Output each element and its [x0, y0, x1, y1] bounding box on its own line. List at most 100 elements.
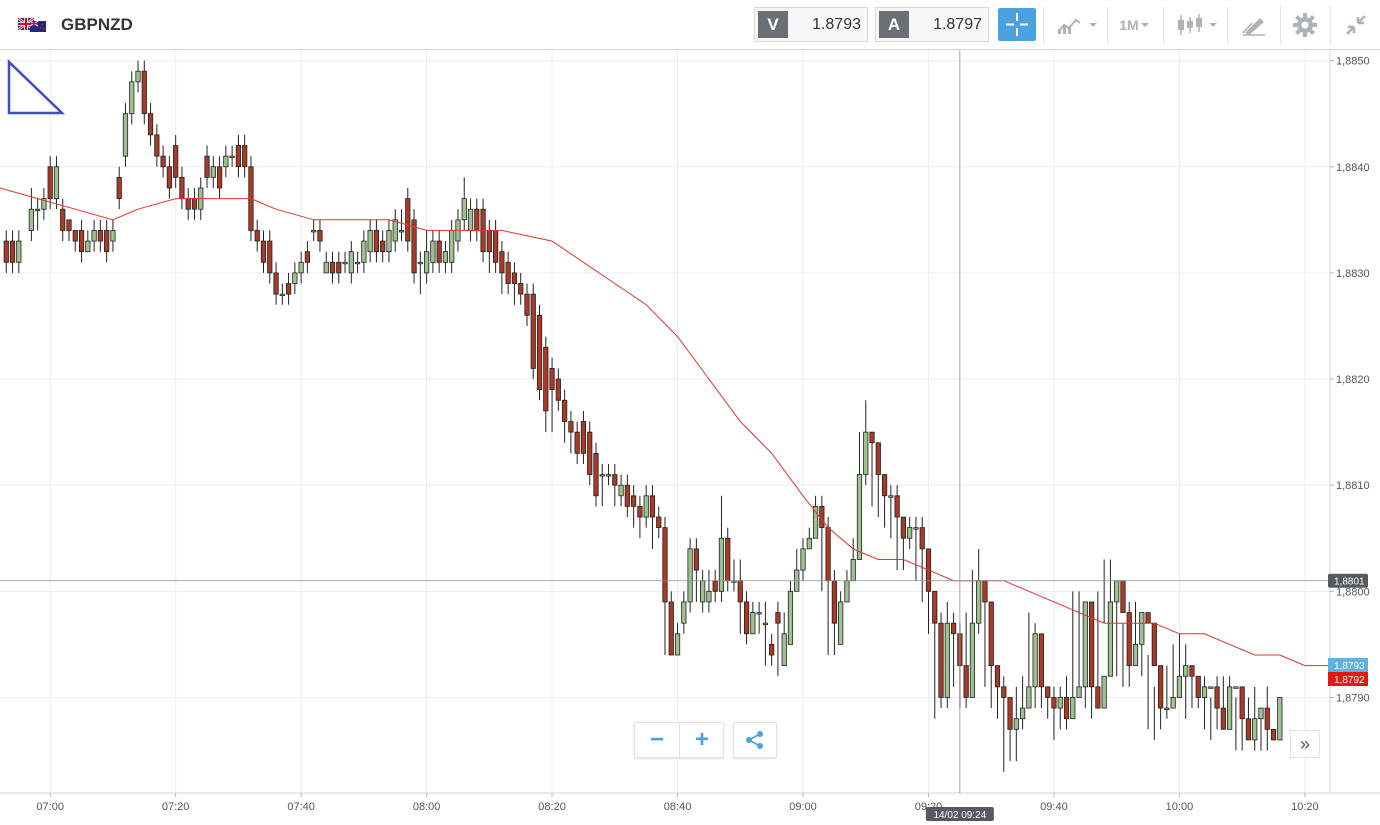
- scroll-to-latest-button[interactable]: »: [1290, 730, 1320, 758]
- x-tick-label: 10:00: [1166, 801, 1194, 813]
- candle-down: [273, 272, 279, 295]
- candle-down: [612, 474, 618, 486]
- candle-down: [1120, 580, 1126, 613]
- candle-down: [260, 240, 267, 263]
- candle-up: [1013, 718, 1019, 730]
- candle-down: [662, 527, 668, 603]
- candle-down: [1195, 675, 1201, 698]
- candle-up: [129, 81, 135, 115]
- candle-up: [91, 230, 97, 242]
- share-icon: [746, 731, 763, 749]
- candle-down: [1245, 718, 1252, 741]
- candle-up: [417, 261, 423, 265]
- x-tick-label: 07:20: [162, 801, 190, 813]
- candle-down: [486, 230, 492, 253]
- x-tick-label: 09:40: [1040, 801, 1068, 813]
- candle-up: [1170, 697, 1176, 709]
- candle-up: [461, 198, 467, 221]
- candle-down: [511, 272, 518, 284]
- candle-down: [1239, 686, 1245, 720]
- candle-down: [894, 495, 900, 518]
- candle-up: [913, 527, 919, 530]
- candle-down: [825, 527, 831, 582]
- candle-up: [392, 219, 398, 242]
- candle-up: [856, 474, 863, 560]
- candle-down: [555, 378, 561, 401]
- candle-down: [1063, 697, 1070, 720]
- candle-down: [179, 176, 185, 200]
- candle-up: [279, 293, 285, 297]
- ask-price-label: 1,8792: [1334, 675, 1365, 686]
- share-button[interactable]: [733, 722, 777, 758]
- y-tick-label: 1,8810: [1336, 480, 1370, 492]
- candle-down: [631, 495, 637, 507]
- candle-down: [436, 240, 442, 263]
- candle-down: [580, 421, 587, 454]
- candle-up: [700, 580, 706, 603]
- candle-up: [1258, 707, 1264, 720]
- candle-up: [844, 580, 850, 603]
- candle-down: [242, 145, 248, 168]
- candle-up: [386, 230, 392, 253]
- candle-down: [317, 230, 323, 242]
- x-tick-label: 08:20: [538, 801, 566, 813]
- candle-down: [530, 293, 536, 369]
- candle-down: [1270, 728, 1277, 741]
- candle-down: [900, 516, 906, 539]
- zoom-in-button[interactable]: +: [680, 723, 724, 757]
- candle-up: [16, 240, 22, 263]
- price-chart[interactable]: 1,8850 1,8840 1,8830 1,8820 1,8810 1,8800 1,87…: [0, 0, 1380, 825]
- candle-up: [210, 166, 216, 178]
- candle-down: [624, 484, 630, 507]
- candle-up: [348, 251, 354, 274]
- candle-up: [122, 113, 129, 157]
- zoom-out-button[interactable]: −: [635, 723, 679, 757]
- candle-down: [267, 240, 273, 274]
- candle-up: [863, 431, 869, 475]
- candle-up: [424, 251, 430, 274]
- candle-up: [599, 474, 605, 477]
- candle-up: [298, 261, 304, 274]
- candle-down: [1038, 633, 1045, 688]
- candle-down: [869, 431, 875, 444]
- x-tick-label: 08:40: [664, 801, 692, 813]
- candle-down: [405, 198, 411, 242]
- candle-down: [147, 113, 154, 136]
- candle-up: [850, 559, 856, 582]
- bid-price-label: 1,8793: [1334, 661, 1365, 672]
- candle-down: [9, 240, 16, 263]
- candle-down: [1007, 697, 1013, 730]
- candle-up: [1057, 697, 1063, 709]
- candle-down: [587, 431, 593, 475]
- candle-down: [938, 622, 944, 698]
- candle-down: [919, 527, 925, 550]
- candle-up: [354, 261, 361, 265]
- candle-up: [110, 230, 116, 242]
- candle-down: [524, 293, 530, 316]
- candle-up: [1032, 633, 1038, 688]
- candle-up: [674, 633, 681, 656]
- candle-down: [982, 580, 988, 603]
- candle-up: [681, 601, 687, 624]
- candle-up: [342, 261, 348, 265]
- x-tick-label: 08:00: [413, 801, 441, 813]
- candle-down: [499, 251, 505, 274]
- candle-up: [756, 612, 762, 615]
- candle-up: [944, 622, 950, 698]
- candle-up: [442, 251, 449, 263]
- candle-up: [323, 261, 329, 274]
- candle-down: [72, 230, 78, 242]
- candle-up: [430, 240, 436, 263]
- candle-down: [743, 601, 750, 635]
- candle-up: [907, 527, 913, 539]
- candle-down: [1095, 686, 1101, 709]
- candle-down: [568, 421, 574, 433]
- candle-up: [367, 230, 373, 253]
- crosshair-price-label: 1,8801: [1334, 577, 1365, 588]
- candle-up: [361, 240, 367, 263]
- candle-up: [1132, 644, 1139, 667]
- candle-down: [493, 230, 499, 263]
- candle-up: [1164, 707, 1170, 710]
- candle-up: [969, 622, 976, 698]
- plot-area: [0, 50, 1330, 793]
